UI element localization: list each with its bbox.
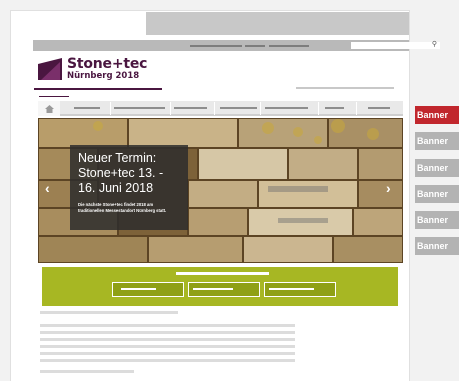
nav-active-indicator [39,96,69,97]
content-text-line [40,324,295,327]
promo-button[interactable] [112,282,184,297]
nav-item[interactable] [265,107,308,109]
promo-button[interactable] [188,282,260,297]
content-text-line [40,345,295,348]
home-icon [44,104,54,113]
promo-title-placeholder [176,272,269,275]
hero-description: Die nächste Stone+tec findet 2018 am tra… [78,202,167,213]
nav-separator [260,102,261,115]
sidebar-banner[interactable]: Banner [415,106,459,124]
nav-separator [356,102,357,115]
nav-item[interactable] [74,107,100,109]
logo-subtitle: Nürnberg 2018 [67,71,140,81]
sidebar-banner[interactable]: Banner [415,211,459,229]
site-logo[interactable]: Stone+tec Nürnberg 2018 [38,56,148,81]
sidebar-banner[interactable]: Banner [415,237,459,255]
promo-box [42,267,398,306]
header-divider [34,88,162,90]
hero-next-arrow-icon[interactable]: › [386,180,391,196]
utility-bar: ⚲ [33,40,440,51]
logo-title: Stone+tec [67,56,148,72]
nav-separator [318,102,319,115]
promo-button[interactable] [264,282,336,297]
nav-separator [170,102,171,115]
nav-item[interactable] [220,107,257,109]
nav-item[interactable] [368,107,390,109]
sidebar-banner[interactable]: Banner [415,159,459,177]
utility-link[interactable] [245,45,265,47]
content-text-line [40,370,134,373]
utility-link[interactable] [269,45,309,47]
top-ad-placeholder[interactable] [146,12,409,35]
content-text-line [40,331,295,334]
nav-home-button[interactable] [38,101,60,116]
content-text-line [40,359,295,362]
logo-mark-icon [38,58,62,80]
header-right-placeholder [296,87,394,89]
hero-caption[interactable]: Neuer Termin: Stone+tec 13. - 16. Juni 2… [70,145,188,230]
content-heading-placeholder [40,311,178,314]
content-text-line [40,338,295,341]
nav-item[interactable] [114,107,165,109]
nav-item[interactable] [325,107,344,109]
main-navigation [38,101,403,116]
hero-headline: Neuer Termin: Stone+tec 13. - 16. Juni 2… [78,151,164,195]
content-text-line [40,352,295,355]
utility-link[interactable] [190,45,242,47]
nav-separator [110,102,111,115]
search-input[interactable]: ⚲ [351,39,440,51]
hero-prev-arrow-icon[interactable]: ‹ [45,180,50,196]
sidebar-banner[interactable]: Banner [415,132,459,150]
nav-separator [214,102,215,115]
hero-slider[interactable]: Neuer Termin: Stone+tec 13. - 16. Juni 2… [38,118,403,263]
nav-item[interactable] [174,107,207,109]
sidebar-banner[interactable]: Banner [415,185,459,203]
search-icon[interactable]: ⚲ [432,39,437,51]
